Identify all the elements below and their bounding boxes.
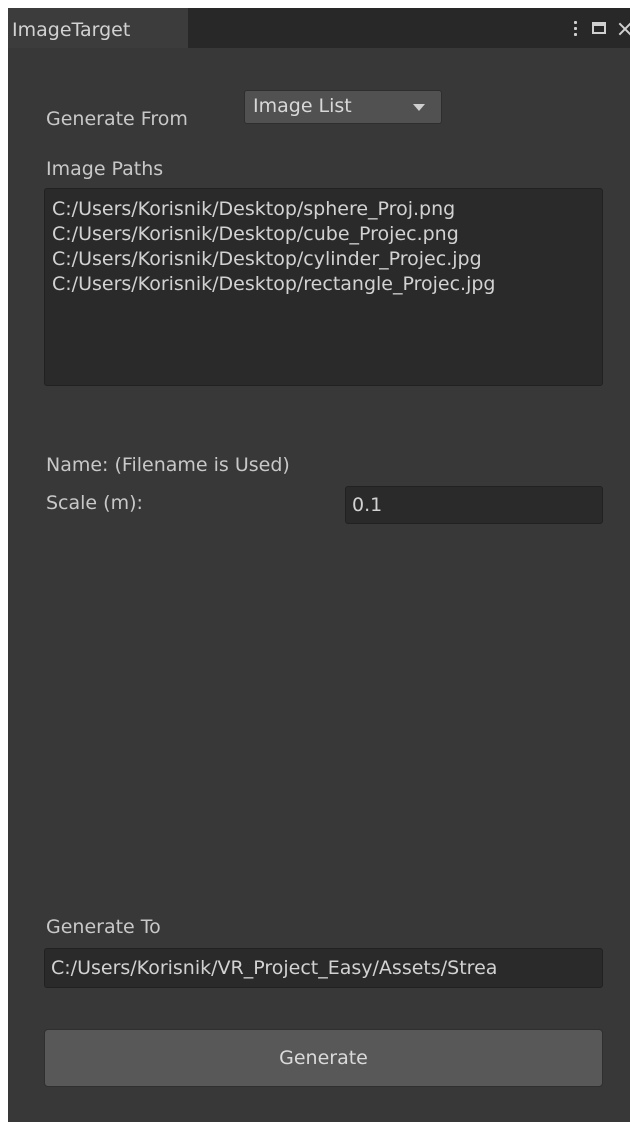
generate-to-field[interactable]: C:/Users/Korisnik/VR_Project_Easy/Assets… xyxy=(44,948,603,988)
image-path-line: C:/Users/Korisnik/Desktop/rectangle_Proj… xyxy=(52,273,496,295)
image-path-line: C:/Users/Korisnik/Desktop/cube_Projec.pn… xyxy=(52,223,459,245)
close-icon[interactable] xyxy=(618,18,630,38)
kebab-menu-icon[interactable] xyxy=(570,18,580,38)
window-controls xyxy=(570,8,630,48)
image-paths-textarea[interactable]: C:/Users/Korisnik/Desktop/sphere_Proj.pn… xyxy=(44,188,603,386)
image-paths-label: Image Paths xyxy=(46,158,164,180)
generate-to-label: Generate To xyxy=(46,916,161,938)
tab-image-target[interactable]: ImageTarget xyxy=(8,8,188,48)
generate-button[interactable]: Generate xyxy=(44,1029,603,1087)
scale-field[interactable]: 0.1 xyxy=(345,486,603,524)
maximize-icon[interactable] xyxy=(592,22,606,34)
image-path-line: C:/Users/Korisnik/Desktop/sphere_Proj.pn… xyxy=(52,198,456,220)
generate-from-label: Generate From xyxy=(46,108,188,130)
tab-bar: ImageTarget xyxy=(8,8,630,48)
scale-label: Scale (m): xyxy=(46,492,143,514)
name-label: Name: (Filename is Used) xyxy=(46,454,290,476)
editor-window: ImageTarget Generate From Image List Ima… xyxy=(8,8,630,1122)
dropdown-value: Image List xyxy=(253,95,352,117)
chevron-down-icon xyxy=(413,104,425,111)
image-path-line: C:/Users/Korisnik/Desktop/cylinder_Proje… xyxy=(52,248,482,270)
generate-from-dropdown[interactable]: Image List xyxy=(244,90,442,124)
